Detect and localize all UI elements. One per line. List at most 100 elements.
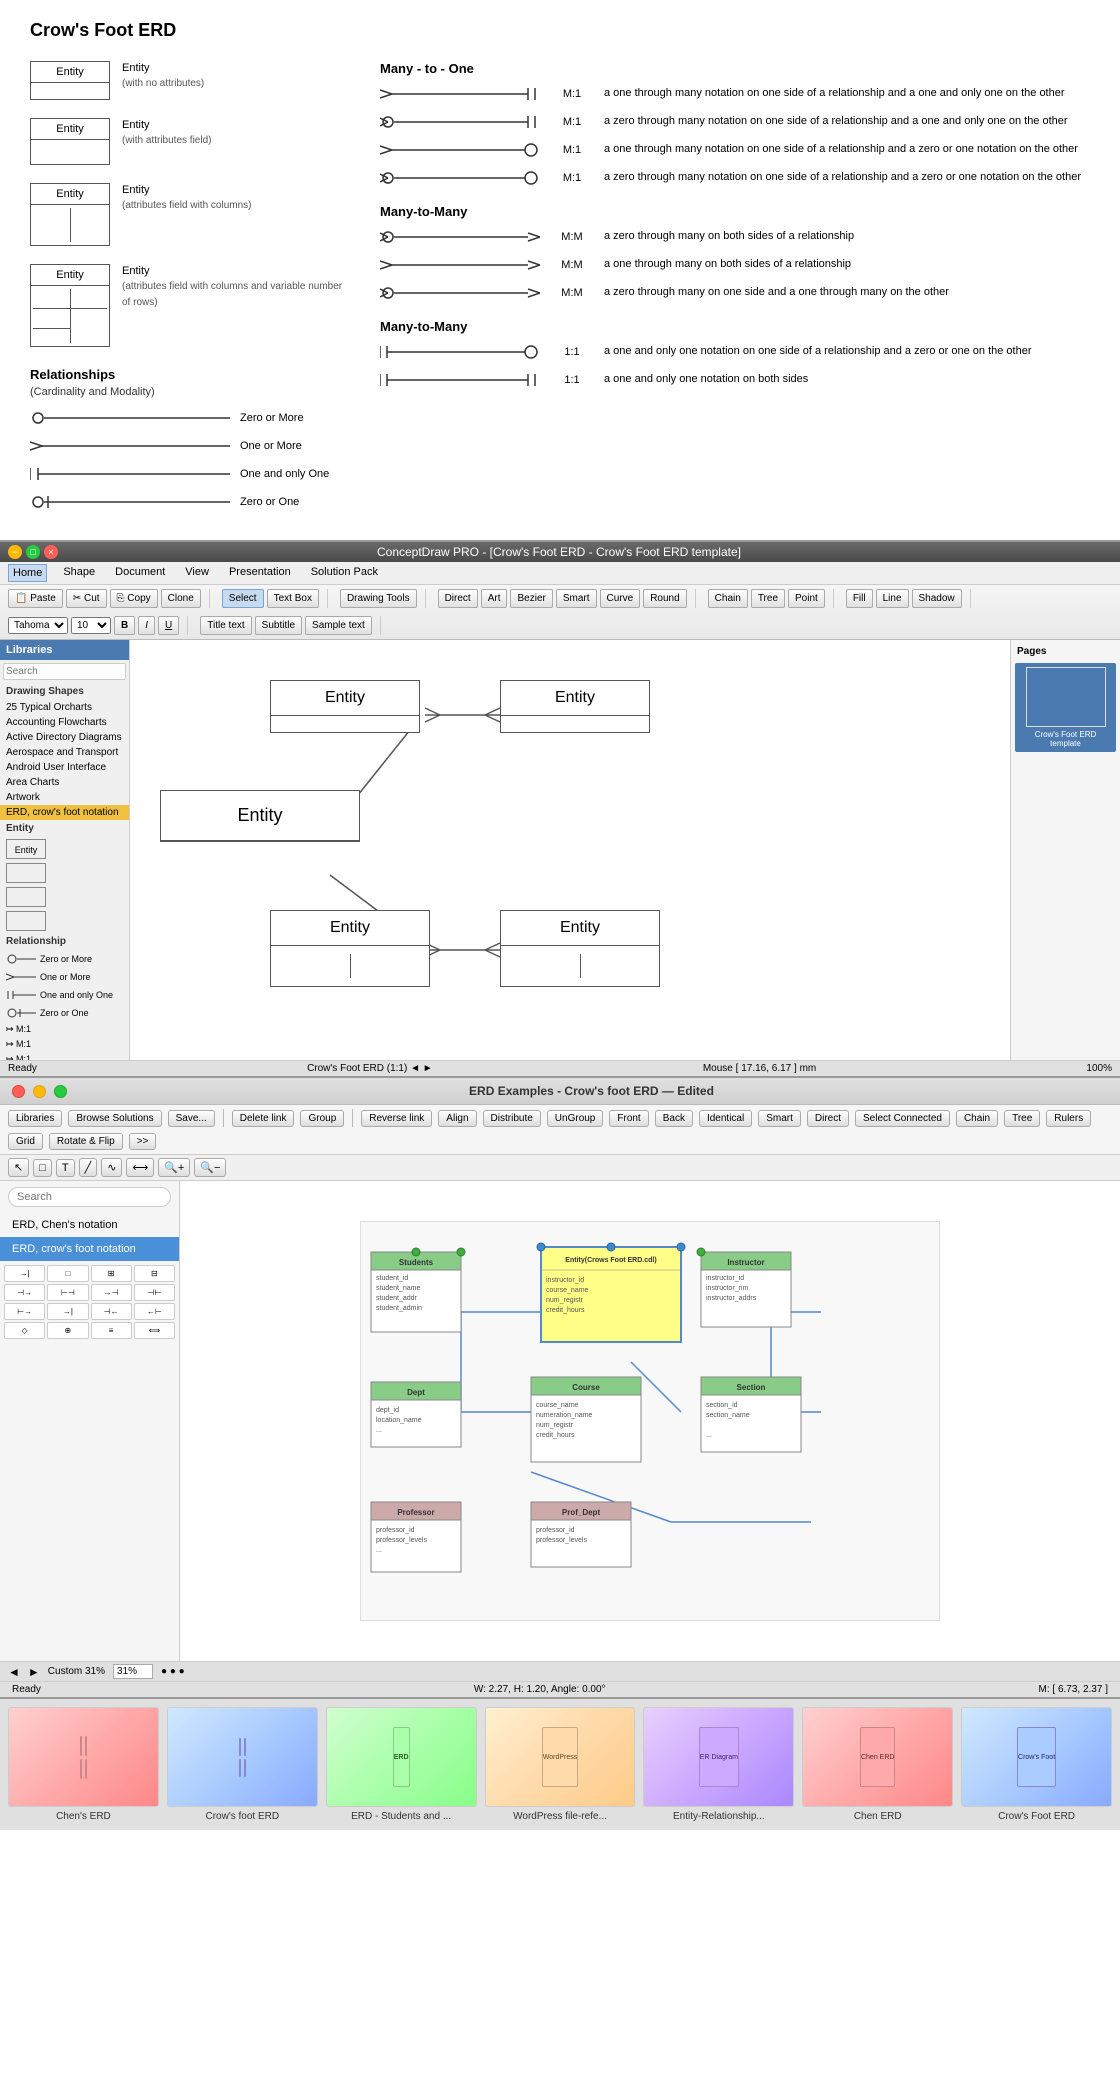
mac-reverse-btn[interactable]: Reverse link [361, 1110, 432, 1127]
cd-shadow-btn[interactable]: Shadow [912, 589, 962, 608]
mac-rect-icon-btn[interactable]: □ [33, 1159, 52, 1177]
cd-menu-presentation[interactable]: Presentation [225, 564, 295, 582]
mac-tool-7[interactable]: →⊣ [91, 1284, 132, 1301]
thumb-crowsfoot-erd-2[interactable]: Crow's Foot Crow's Foot ERD [961, 1707, 1112, 1822]
cd-drawing-tools-btn[interactable]: Drawing Tools [340, 589, 417, 608]
mac-back-btn[interactable]: Back [655, 1110, 693, 1127]
cd-textbox-btn[interactable]: Text Box [267, 589, 319, 608]
mac-tool-13[interactable]: ◇ [4, 1322, 45, 1339]
mac-connect-icon-btn[interactable]: ⟷ [126, 1158, 154, 1177]
mac-tool-1[interactable]: →| [4, 1265, 45, 1282]
mac-rulers-btn[interactable]: Rulers [1046, 1110, 1091, 1127]
thumb-crowsfoot-erd[interactable]: Crow's foot ERD [167, 1707, 318, 1822]
cd-menu-solution[interactable]: Solution Pack [307, 564, 382, 582]
cd-copy-btn[interactable]: ⎘ Copy [110, 589, 158, 608]
cd-sidebar-erd-section[interactable]: ERD, crow's foot notation [0, 805, 129, 820]
mac-tool-3[interactable]: ⊞ [91, 1265, 132, 1282]
cd-minimize-btn[interactable]: − [8, 545, 22, 559]
mac-group-btn[interactable]: Group [300, 1110, 344, 1127]
mac-nav-prev[interactable]: ◄ [8, 1665, 20, 1679]
mac-tool-16[interactable]: ⟺ [134, 1322, 175, 1339]
mac-nav-next[interactable]: ► [28, 1665, 40, 1679]
mac-identical-btn[interactable]: Identical [699, 1110, 752, 1127]
cd-point-btn[interactable]: Point [788, 589, 825, 608]
cd-sidebar-search-input[interactable] [3, 663, 126, 680]
mac-more-btn[interactable]: >> [129, 1133, 157, 1150]
mac-line-icon-btn[interactable]: ╱ [79, 1158, 98, 1177]
mac-tree-btn[interactable]: Tree [1004, 1110, 1040, 1127]
mac-zoom-in-btn[interactable]: 🔍+ [158, 1158, 190, 1177]
cd-sidebar-accounting[interactable]: Accounting Flowcharts [0, 715, 129, 730]
thumb-chens-erd[interactable]: Chen's ERD [8, 1707, 159, 1822]
cd-underline-btn[interactable]: U [158, 616, 179, 635]
cd-cut-btn[interactable]: ✂ Cut [66, 589, 107, 608]
cd-sidebar-entity-3[interactable] [0, 885, 129, 909]
mac-search-input[interactable] [8, 1187, 171, 1207]
cd-menu-shape[interactable]: Shape [59, 564, 99, 582]
cd-direct-btn[interactable]: Direct [438, 589, 478, 608]
cd-line-btn[interactable]: Line [876, 589, 909, 608]
mac-chain-btn[interactable]: Chain [956, 1110, 998, 1127]
cd-menu-home[interactable]: Home [8, 564, 47, 582]
cd-paste-btn[interactable]: 📋 Paste [8, 589, 63, 608]
cd-fontsize-select[interactable]: 10 [71, 617, 111, 634]
mac-canvas[interactable]: Students student_id student_name student… [180, 1181, 1120, 1661]
cd-title-text-btn[interactable]: Title text [200, 616, 251, 635]
cd-sidebar-orcharts[interactable]: 25 Typical Orcharts [0, 700, 129, 715]
mac-sidebar-chens[interactable]: ERD, Chen's notation [0, 1213, 179, 1237]
cd-round-btn[interactable]: Round [643, 589, 686, 608]
mac-front-btn[interactable]: Front [609, 1110, 648, 1127]
mac-minimize-btn[interactable] [33, 1085, 46, 1098]
cd-canvas-entity-bottom-left[interactable]: Entity [270, 910, 430, 987]
cd-close-btn[interactable]: × [44, 545, 58, 559]
mac-delete-link-btn[interactable]: Delete link [232, 1110, 295, 1127]
mac-tool-6[interactable]: ⊢⊣ [47, 1284, 88, 1301]
mac-text-icon-btn[interactable]: T [56, 1159, 75, 1177]
mac-tool-4[interactable]: ⊟ [134, 1265, 175, 1282]
cd-maximize-btn[interactable]: □ [26, 545, 40, 559]
cd-sidebar-m1-1[interactable]: ↦ M:1 [0, 1022, 129, 1037]
mac-smart-btn[interactable]: Smart [758, 1110, 801, 1127]
mac-zoom-out-btn[interactable]: 🔍− [194, 1158, 226, 1177]
cd-tree-btn[interactable]: Tree [751, 589, 785, 608]
cd-curve-btn[interactable]: Curve [600, 589, 641, 608]
mac-select-icon-btn[interactable]: ↖ [8, 1158, 29, 1177]
cd-sidebar-artwork[interactable]: Artwork [0, 790, 129, 805]
mac-tool-9[interactable]: ⊢→ [4, 1303, 45, 1320]
cd-sidebar-one-more[interactable]: One or More [0, 968, 129, 986]
cd-sidebar-entity-4[interactable] [0, 909, 129, 933]
mac-maximize-btn[interactable] [54, 1085, 67, 1098]
mac-zoom-input[interactable] [113, 1664, 153, 1679]
cd-bold-btn[interactable]: B [114, 616, 135, 635]
mac-direct-btn[interactable]: Direct [807, 1110, 849, 1127]
cd-canvas-entity-middle[interactable]: Entity [160, 790, 360, 842]
cd-sidebar-one-only[interactable]: One and only One [0, 986, 129, 1004]
cd-sidebar-drawing-shapes[interactable]: Drawing Shapes [0, 683, 129, 700]
mac-tool-10[interactable]: →| [47, 1303, 88, 1320]
mac-tool-14[interactable]: ⊕ [47, 1322, 88, 1339]
cd-sidebar-m1-2[interactable]: ↦ M:1 [0, 1037, 129, 1052]
cd-sidebar-m1-3[interactable]: ↦ M:1 [0, 1052, 129, 1060]
cd-canvas-entity-bottom-right[interactable]: Entity [500, 910, 660, 987]
cd-smart-btn[interactable]: Smart [556, 589, 597, 608]
mac-tool-8[interactable]: ⊣⊢ [134, 1284, 175, 1301]
mac-tool-2[interactable]: □ [47, 1265, 88, 1282]
cd-font-select[interactable]: Tahoma [8, 617, 68, 634]
mac-grid-btn[interactable]: Grid [8, 1133, 43, 1150]
cd-menu-view[interactable]: View [181, 564, 213, 582]
cd-menu-document[interactable]: Document [111, 564, 169, 582]
cd-fill-btn[interactable]: Fill [846, 589, 873, 608]
mac-rotate-btn[interactable]: Rotate & Flip [49, 1133, 123, 1150]
cd-art-btn[interactable]: Art [481, 589, 508, 608]
mac-select-connected-btn[interactable]: Select Connected [855, 1110, 950, 1127]
cd-sidebar-aerospace[interactable]: Aerospace and Transport [0, 745, 129, 760]
cd-canvas-entity-top-right[interactable]: Entity [500, 680, 650, 733]
thumb-wordpress-erd[interactable]: WordPress WordPress file-refe... [485, 1707, 636, 1822]
cd-bezier-btn[interactable]: Bezier [510, 589, 552, 608]
mac-tool-12[interactable]: ←⊢ [134, 1303, 175, 1320]
mac-ungroup-btn[interactable]: UnGroup [547, 1110, 604, 1127]
mac-tool-15[interactable]: ≡ [91, 1322, 132, 1339]
mac-tool-5[interactable]: ⊣→ [4, 1284, 45, 1301]
mac-save-btn[interactable]: Save... [168, 1110, 215, 1127]
mac-tool-11[interactable]: ⊣← [91, 1303, 132, 1320]
